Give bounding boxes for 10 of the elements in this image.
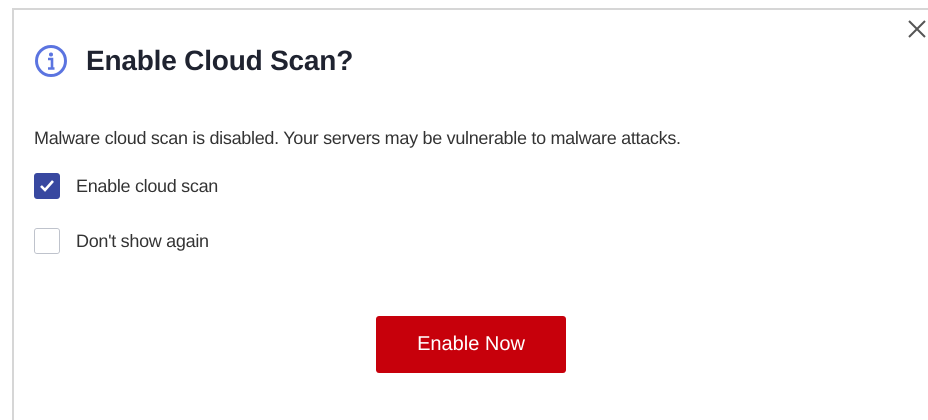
- checkbox-label: Enable cloud scan: [76, 176, 218, 196]
- warning-message: Malware cloud scan is disabled. Your servers may be vulnerable to malware attacks.: [34, 128, 682, 149]
- enable-now-button[interactable]: Enable Now: [376, 316, 566, 373]
- checkmark-icon: [39, 179, 55, 193]
- checkbox-label: Don't show again: [76, 230, 209, 252]
- checkbox[interactable]: [34, 228, 60, 254]
- dialog-title: Enable Cloud Scan?: [86, 45, 354, 77]
- close-button[interactable]: [906, 18, 928, 40]
- info-icon: [34, 44, 68, 78]
- checkbox[interactable]: [34, 173, 60, 199]
